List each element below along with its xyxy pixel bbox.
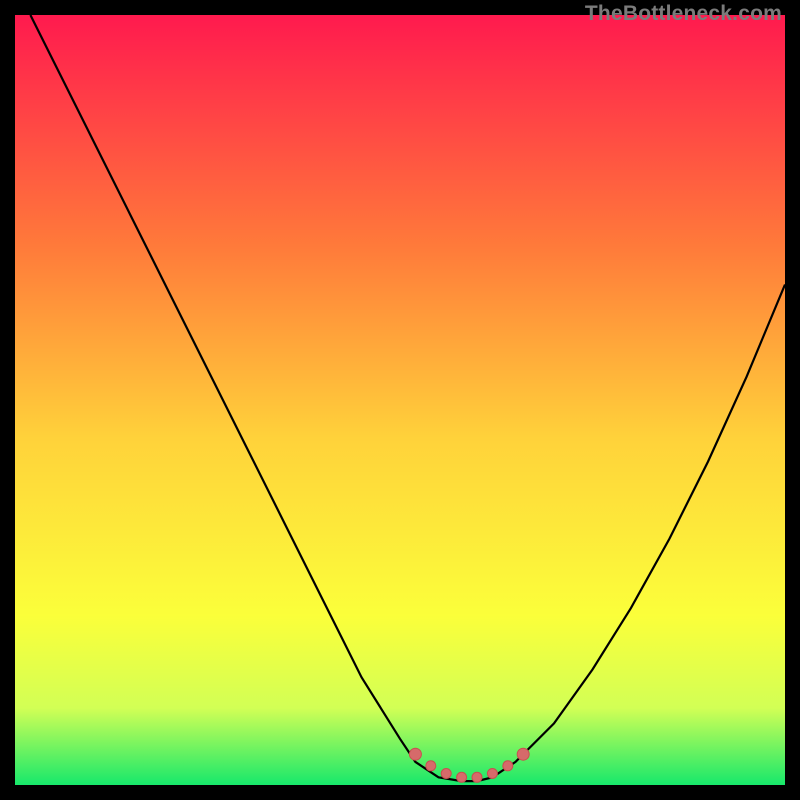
watermark-text: TheBottleneck.com	[585, 2, 782, 26]
bottleneck-chart	[15, 15, 785, 785]
chart-frame	[15, 15, 785, 785]
gradient-background	[15, 15, 785, 785]
marker-dot	[487, 769, 497, 779]
marker-dot	[409, 748, 421, 760]
marker-dot	[457, 772, 467, 782]
marker-dot	[517, 748, 529, 760]
marker-dot	[426, 761, 436, 771]
marker-dot	[441, 769, 451, 779]
marker-dot	[503, 761, 513, 771]
marker-dot	[472, 772, 482, 782]
